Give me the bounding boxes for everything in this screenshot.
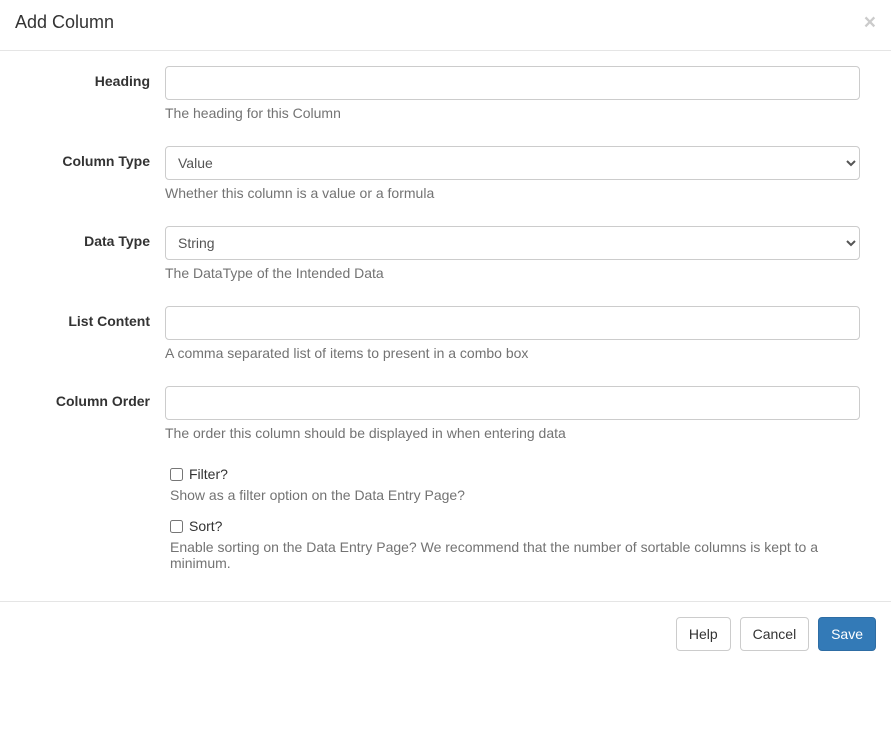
field-column-order: Column Order The order this column shoul… <box>15 386 876 451</box>
column-order-label: Column Order <box>15 386 165 451</box>
heading-help: The heading for this Column <box>165 105 860 121</box>
column-type-select[interactable]: Value <box>165 146 860 180</box>
close-icon[interactable]: × <box>864 12 876 33</box>
modal-title: Add Column <box>15 10 876 35</box>
field-filter: Filter? Show as a filter option on the D… <box>15 466 876 503</box>
cancel-button[interactable]: Cancel <box>740 617 810 651</box>
modal-body: Heading The heading for this Column Colu… <box>0 51 891 601</box>
filter-checkbox[interactable] <box>170 468 183 481</box>
modal-footer: Help Cancel Save <box>0 601 891 666</box>
column-type-label: Column Type <box>15 146 165 211</box>
save-button[interactable]: Save <box>818 617 876 651</box>
filter-label: Filter? <box>189 466 228 482</box>
data-type-help: The DataType of the Intended Data <box>165 265 860 281</box>
data-type-label: Data Type <box>15 226 165 291</box>
field-list-content: List Content A comma separated list of i… <box>15 306 876 371</box>
heading-input[interactable] <box>165 66 860 100</box>
heading-label: Heading <box>15 66 165 131</box>
sort-label: Sort? <box>189 518 222 534</box>
field-sort: Sort? Enable sorting on the Data Entry P… <box>15 518 876 571</box>
data-type-select[interactable]: String <box>165 226 860 260</box>
list-content-input[interactable] <box>165 306 860 340</box>
sort-checkbox[interactable] <box>170 520 183 533</box>
column-order-help: The order this column should be displaye… <box>165 425 860 441</box>
field-data-type: Data Type String The DataType of the Int… <box>15 226 876 291</box>
list-content-help: A comma separated list of items to prese… <box>165 345 860 361</box>
list-content-label: List Content <box>15 306 165 371</box>
column-order-input[interactable] <box>165 386 860 420</box>
field-column-type: Column Type Value Whether this column is… <box>15 146 876 211</box>
modal-header: Add Column × <box>0 0 891 51</box>
field-heading: Heading The heading for this Column <box>15 66 876 131</box>
help-button[interactable]: Help <box>676 617 731 651</box>
column-type-help: Whether this column is a value or a form… <box>165 185 860 201</box>
sort-help: Enable sorting on the Data Entry Page? W… <box>170 539 865 571</box>
filter-help: Show as a filter option on the Data Entr… <box>170 487 865 503</box>
